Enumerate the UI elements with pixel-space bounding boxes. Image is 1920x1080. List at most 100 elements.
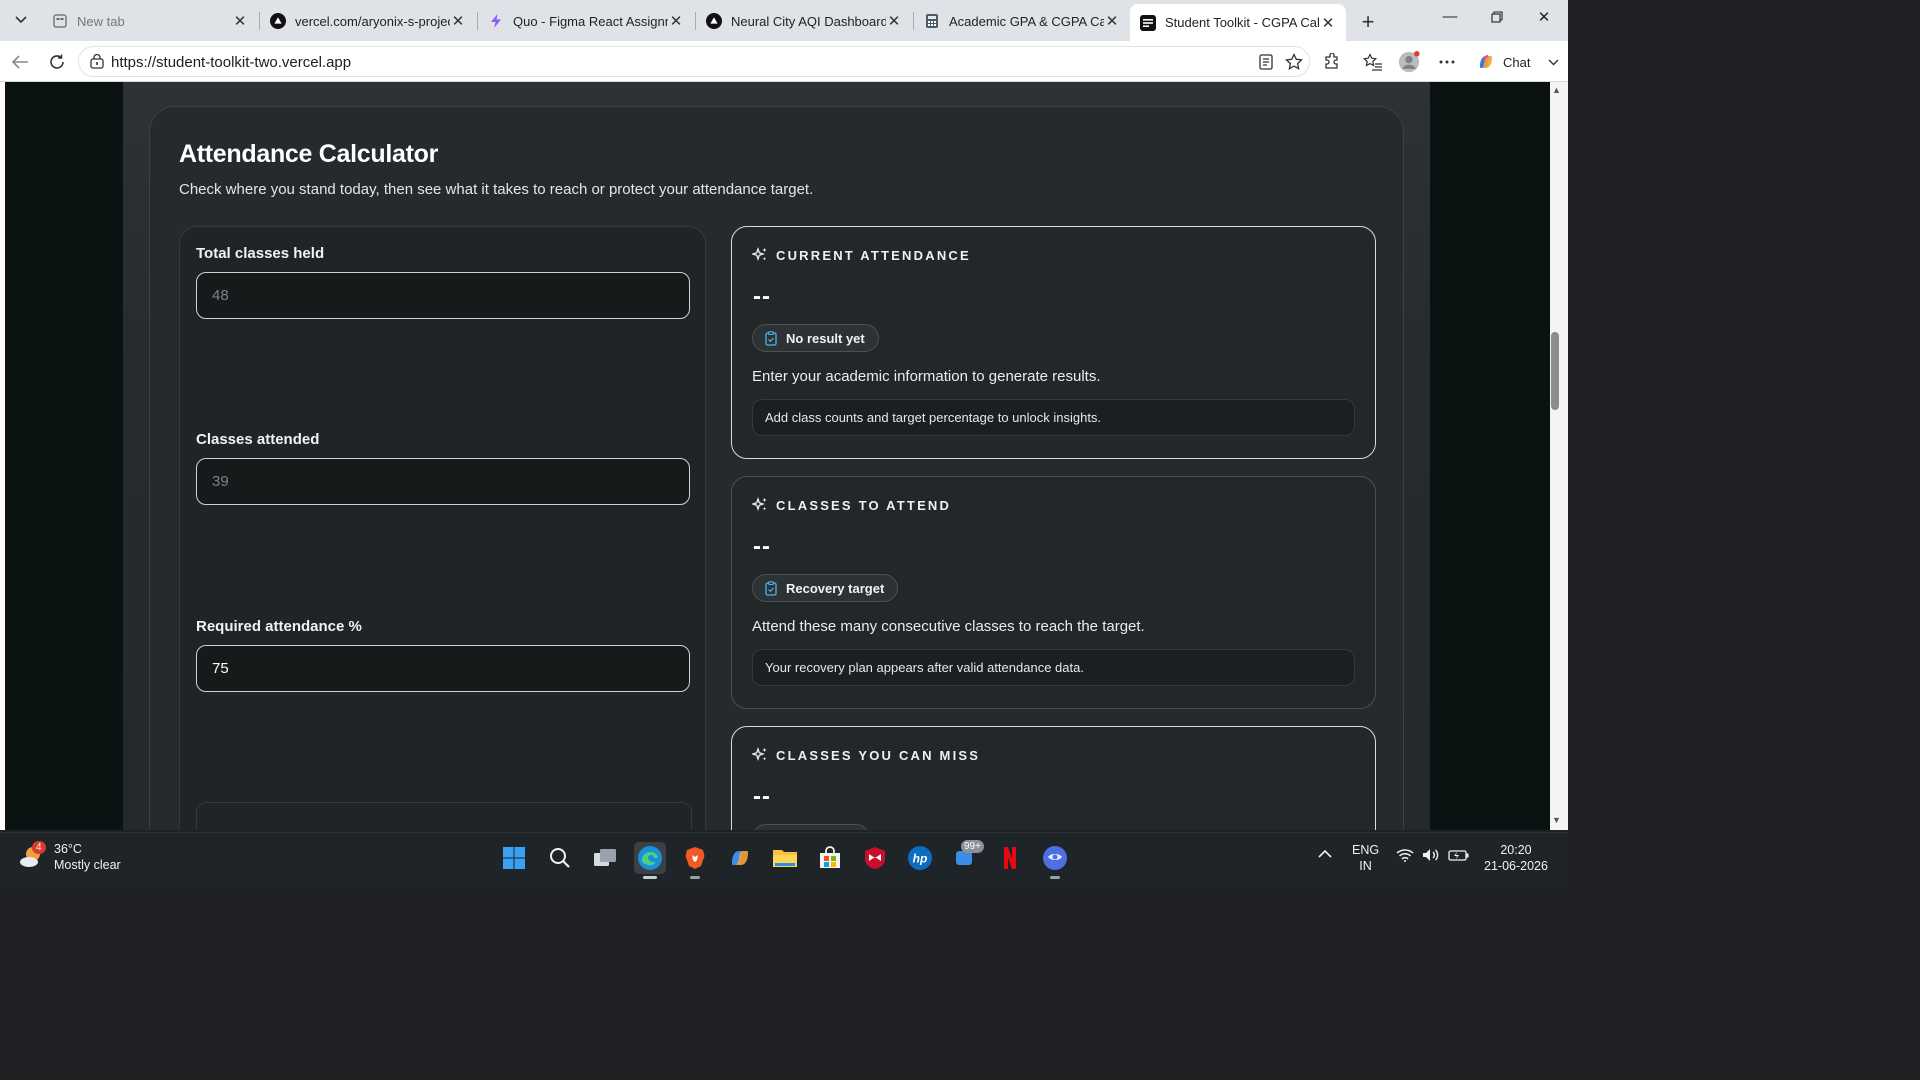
result-heading-row: CURRENT ATTENDANCE [752, 247, 971, 263]
chevron-down-icon [1548, 59, 1559, 66]
tab-new-tab[interactable]: New tab ✕ [42, 6, 258, 36]
region-code: IN [1359, 859, 1372, 873]
close-tab-icon[interactable]: ✕ [1104, 12, 1120, 30]
attendance-calculator-card: Attendance Calculator Check where you st… [149, 106, 1404, 830]
assistant-app-icon[interactable] [1039, 842, 1071, 879]
windows-taskbar: 4 36°C Mostly clear hp 99+ ENG IN 20:20 … [0, 832, 1568, 882]
brave-browser-icon[interactable] [679, 842, 711, 879]
tab-neural-city-aqi[interactable]: Neural City AQI Dashboard ✕ [696, 6, 912, 36]
close-tab-icon[interactable]: ✕ [886, 12, 902, 30]
favorites-list-icon[interactable] [1362, 51, 1384, 73]
clock-time: 20:20 [1500, 843, 1532, 857]
tab-title: Student Toolkit - CGPA Calculator [1165, 15, 1320, 30]
required-attendance-input[interactable] [196, 645, 690, 692]
weather-widget[interactable]: 4 36°C Mostly clear [18, 841, 121, 873]
page-title: Attendance Calculator [179, 140, 439, 168]
page-scrollbar[interactable] [1550, 82, 1568, 830]
start-windows-icon[interactable] [498, 842, 530, 874]
current-attendance-card: CURRENT ATTENDANCE -- No result yet Ente… [731, 226, 1376, 459]
favorite-star-icon[interactable] [1284, 53, 1304, 71]
clock[interactable]: 20:20 21-06-2026 [1484, 842, 1548, 874]
total-classes-label: Total classes held [196, 245, 325, 262]
mcafee-shield-icon[interactable] [859, 842, 891, 874]
scrollbar-thumb[interactable] [1551, 332, 1559, 410]
tab-title: New tab [77, 13, 125, 29]
tab-quo-figma[interactable]: Quo - Figma React Assignment ✕ [478, 6, 694, 36]
search-icon[interactable] [544, 842, 576, 874]
total-classes-input[interactable] [196, 272, 690, 319]
task-view-icon[interactable] [589, 842, 621, 874]
result-heading: CLASSES TO ATTEND [776, 497, 952, 513]
address-bar[interactable]: https://student-toolkit-two.vercel.app [78, 46, 1310, 77]
attendance-form-panel: Total classes held Classes attended Requ… [179, 226, 706, 830]
tab-title: Academic GPA & CGPA Calculator [949, 13, 1104, 29]
profile-avatar[interactable] [1398, 51, 1420, 73]
chat-label: Chat [1503, 54, 1531, 70]
clock-date: 21-06-2026 [1484, 859, 1548, 873]
clipboard-icon [765, 580, 777, 596]
tab-vercel[interactable]: vercel.com/aryonix-s-projects ✕ [260, 6, 476, 36]
badge-label: No result yet [786, 330, 865, 346]
refresh-icon[interactable] [45, 50, 69, 74]
result-value: -- [753, 783, 771, 810]
status-badge: No result yet [752, 324, 879, 352]
sparkle-icon [752, 747, 768, 763]
notifications-app-icon[interactable]: 99+ [949, 840, 984, 874]
close-tab-icon[interactable]: ✕ [668, 12, 684, 30]
url-text: https://student-toolkit-two.vercel.app [111, 54, 352, 71]
tab-student-toolkit[interactable]: Student Toolkit - CGPA Calculator ✕ [1130, 4, 1346, 41]
weather-temperature: 36°C [54, 842, 82, 856]
tab-title: vercel.com/aryonix-s-projects [295, 13, 450, 29]
copilot-app-icon[interactable] [724, 842, 756, 874]
chevron-down-icon [15, 16, 27, 24]
sparkle-icon [752, 247, 768, 263]
netflix-icon[interactable] [994, 842, 1026, 874]
tab-strip: New tab ✕ vercel.com/aryonix-s-projects … [0, 0, 1568, 41]
close-tab-icon[interactable]: ✕ [1320, 14, 1336, 32]
file-explorer-icon[interactable] [769, 842, 801, 874]
language-indicator[interactable]: ENG IN [1352, 842, 1379, 874]
tab-title: Quo - Figma React Assignment [513, 13, 668, 29]
result-heading: CLASSES YOU CAN MISS [776, 747, 981, 763]
hp-support-icon[interactable]: hp [904, 842, 936, 874]
language-code: ENG [1352, 843, 1380, 857]
scroll-down-arrow-icon[interactable]: ▼ [1552, 815, 1561, 825]
minimize-window-icon[interactable]: — [1427, 8, 1473, 25]
weather-badge: 4 [32, 841, 46, 854]
classes-to-attend-card: CLASSES TO ATTEND -- Recovery target Att… [731, 476, 1376, 709]
status-badge [752, 824, 870, 830]
badge-label: Recovery target [786, 580, 885, 596]
new-tab-plus-icon[interactable]: + [1356, 9, 1380, 35]
result-description: Enter your academic information to gener… [752, 368, 1101, 385]
copilot-icon [1476, 52, 1496, 72]
vercel-logo-icon [706, 13, 722, 29]
lightning-bolt-icon [488, 13, 504, 29]
required-attendance-label: Required attendance % [196, 618, 362, 635]
site-info-icon[interactable] [89, 53, 105, 75]
classes-you-can-miss-card: CLASSES YOU CAN MISS -- [731, 726, 1376, 830]
reading-view-icon[interactable] [1256, 53, 1276, 71]
system-tray-icons[interactable] [1396, 848, 1470, 866]
back-arrow-icon[interactable] [8, 50, 32, 74]
extensions-icon[interactable] [1321, 51, 1343, 73]
svg-text:hp: hp [913, 852, 928, 866]
tab-actions-menu-button[interactable] [6, 6, 36, 34]
restore-window-icon[interactable] [1474, 8, 1520, 27]
classes-attended-input[interactable] [196, 458, 690, 505]
result-note: Add class counts and target percentage t… [752, 399, 1355, 436]
copilot-chat-button[interactable]: Chat [1470, 47, 1562, 77]
show-hidden-icons-chevron-icon[interactable] [1318, 847, 1332, 863]
page-frame: Attendance Calculator Check where you st… [5, 82, 1550, 830]
close-tab-icon[interactable]: ✕ [232, 12, 248, 30]
sparkle-icon [752, 497, 768, 513]
result-description: Attend these many consecutive classes to… [752, 618, 1145, 635]
page-content: Attendance Calculator Check where you st… [123, 82, 1430, 830]
tab-academic-gpa[interactable]: Academic GPA & CGPA Calculator ✕ [914, 6, 1130, 36]
scroll-up-arrow-icon[interactable]: ▲ [1552, 85, 1561, 95]
result-heading-row: CLASSES TO ATTEND [752, 497, 951, 513]
edge-browser-icon[interactable] [634, 842, 666, 879]
close-tab-icon[interactable]: ✕ [450, 12, 466, 30]
microsoft-store-icon[interactable] [814, 842, 846, 874]
close-window-icon[interactable]: ✕ [1521, 8, 1567, 26]
more-menu-icon[interactable] [1436, 51, 1458, 73]
